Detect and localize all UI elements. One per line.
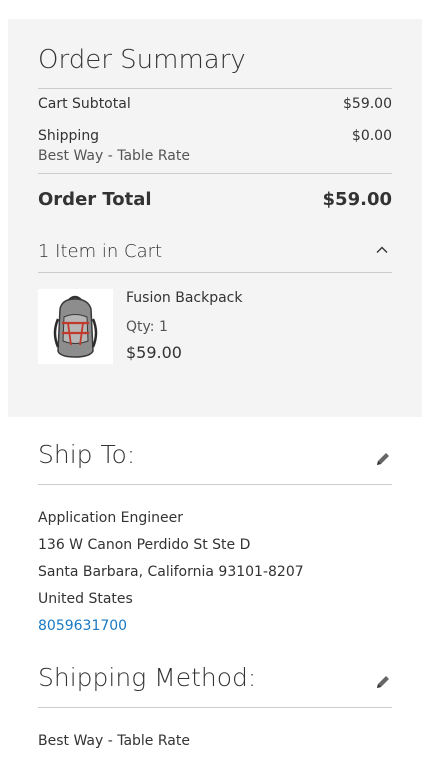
edit-pencil-icon[interactable] [374, 450, 392, 468]
divider [38, 707, 392, 708]
edit-pencil-icon[interactable] [374, 673, 392, 691]
ship-to-title: Ship To: [38, 440, 136, 469]
ship-to-street: 136 W Canon Perdido St Ste D [38, 537, 251, 553]
cart-subtotal-label: Cart Subtotal [38, 96, 131, 112]
cart-subtotal-value: $59.00 [343, 96, 392, 112]
order-total-value: $59.00 [322, 189, 392, 210]
ship-to-country: United States [38, 591, 133, 607]
ship-to-name: Application Engineer [38, 510, 184, 526]
divider [38, 88, 392, 89]
ship-to-city: Santa Barbara, California 93101-8207 [38, 564, 304, 580]
chevron-up-icon [376, 246, 388, 253]
items-in-cart-toggle[interactable]: 1 Item in Cart [38, 241, 392, 271]
items-in-cart-label: 1 Item in Cart [38, 241, 163, 262]
product-price: $59.00 [126, 343, 182, 362]
product-name: Fusion Backpack [126, 290, 243, 306]
ship-to-phone-link[interactable]: 8059631700 [38, 618, 127, 634]
order-summary-panel: Order Summary Cart Subtotal $59.00 Shipp… [8, 19, 422, 417]
order-total-label: Order Total [38, 189, 152, 210]
shipping-method-title: Shipping Method: [38, 663, 257, 692]
divider [38, 272, 392, 273]
divider [38, 484, 392, 485]
backpack-image [53, 295, 98, 358]
shipping-method-value: Best Way - Table Rate [38, 733, 190, 749]
shipping-value: $0.00 [351, 128, 392, 144]
divider [38, 173, 392, 174]
order-summary-title: Order Summary [38, 45, 246, 75]
product-qty: Qty: 1 [126, 319, 168, 335]
shipping-method-label: Best Way - Table Rate [38, 148, 190, 164]
shipping-label: Shipping [38, 128, 100, 144]
product-thumbnail [38, 289, 113, 364]
